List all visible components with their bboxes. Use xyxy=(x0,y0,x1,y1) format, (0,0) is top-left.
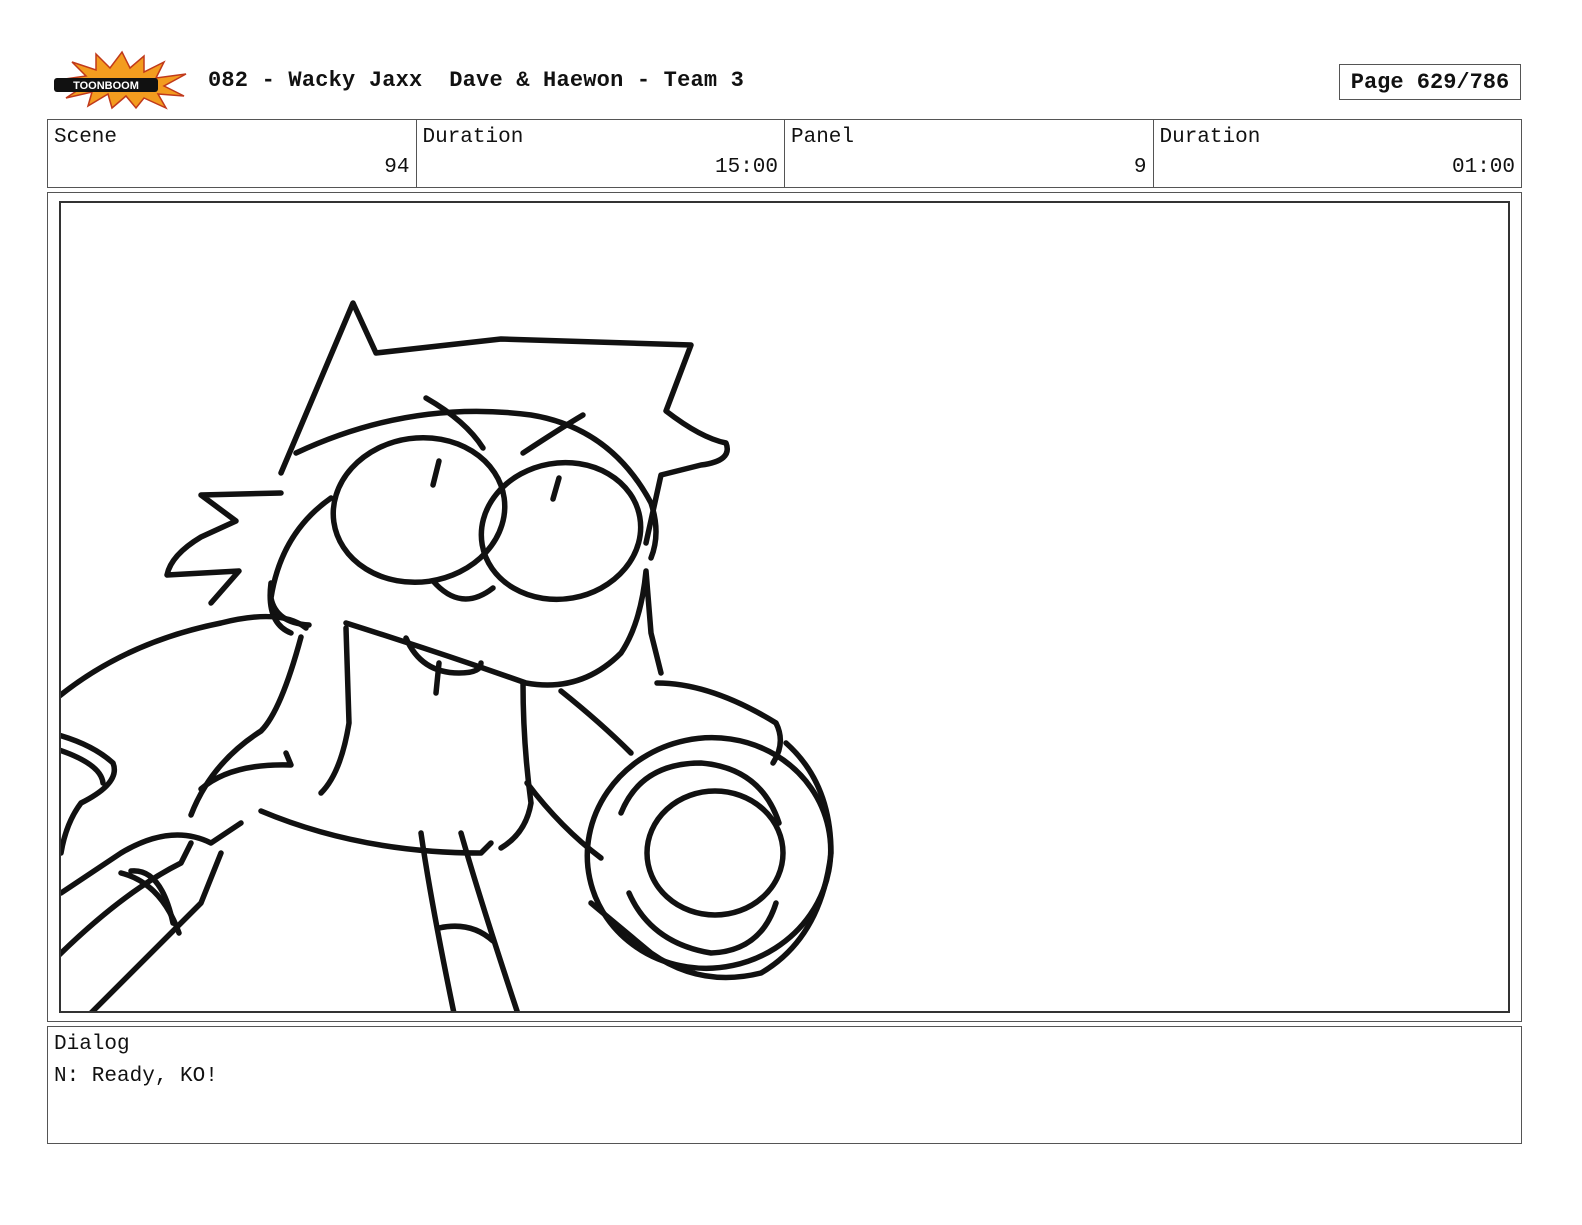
sketch-face-bottom xyxy=(343,568,664,688)
scene-value: 94 xyxy=(384,156,410,179)
dialog-label: Dialog xyxy=(54,1033,130,1056)
sketch-face-left xyxy=(268,495,334,628)
sketch-headband xyxy=(293,408,659,561)
panel-cell: Panel 9 xyxy=(785,120,1154,187)
sketch-left-arm-mid xyxy=(188,634,304,818)
scene-duration-value: 15:00 xyxy=(714,156,778,179)
sketch-leg-right-inner xyxy=(458,830,520,1011)
sketch-leg-left-outer xyxy=(61,840,194,958)
panel-duration-value: 01:00 xyxy=(1451,156,1515,179)
sketch-leg-right-outer xyxy=(418,830,457,1011)
scene-duration-cell: Duration 15:00 xyxy=(417,120,785,187)
sketch-hair-left-spikes xyxy=(164,490,284,606)
storyboard-title: 082 - Wacky Jaxx Dave & Haewon - Team 3 xyxy=(208,68,745,93)
sketch-leg-right-band xyxy=(436,923,496,944)
panel-label: Panel xyxy=(791,126,855,149)
scene-cell: Scene 94 xyxy=(48,120,417,187)
sketch-pupil-left xyxy=(430,458,442,488)
sketch-belt xyxy=(258,808,494,856)
page-indicator: Page 629/786 xyxy=(1339,64,1521,100)
sketch-pupil-right xyxy=(550,475,562,502)
panel-duration-label: Duration xyxy=(1159,126,1261,149)
panel-image-area xyxy=(59,201,1510,1013)
sketch-right-sleeve xyxy=(654,680,784,766)
dialog-text: N: Ready, KO! xyxy=(54,1065,218,1088)
sketch-left-arm-top xyxy=(61,613,309,699)
scene-duration-label: Duration xyxy=(422,126,524,149)
sketch-glove-inner xyxy=(644,788,786,918)
sketch-glove-outer xyxy=(584,734,834,972)
sketch-smile xyxy=(430,578,496,602)
panel-duration-cell: Duration 01:00 xyxy=(1154,120,1522,187)
scene-label: Scene xyxy=(54,126,118,149)
sketch-torso-left xyxy=(318,625,352,796)
panel-sketch xyxy=(61,300,834,1011)
dialog-box: Dialog N: Ready, KO! xyxy=(47,1026,1522,1144)
panel-frame xyxy=(47,192,1522,1022)
toonboom-logo: TOONBOOM xyxy=(54,50,187,110)
info-table: Scene 94 Duration 15:00 Panel 9 Duration… xyxy=(47,119,1522,188)
panel-value: 9 xyxy=(1133,156,1147,179)
sketch-torso-right xyxy=(498,680,534,851)
sketch-right-arm-top xyxy=(558,688,634,756)
sketch-neck-line xyxy=(433,660,442,696)
logo-text: TOONBOOM xyxy=(73,80,139,92)
